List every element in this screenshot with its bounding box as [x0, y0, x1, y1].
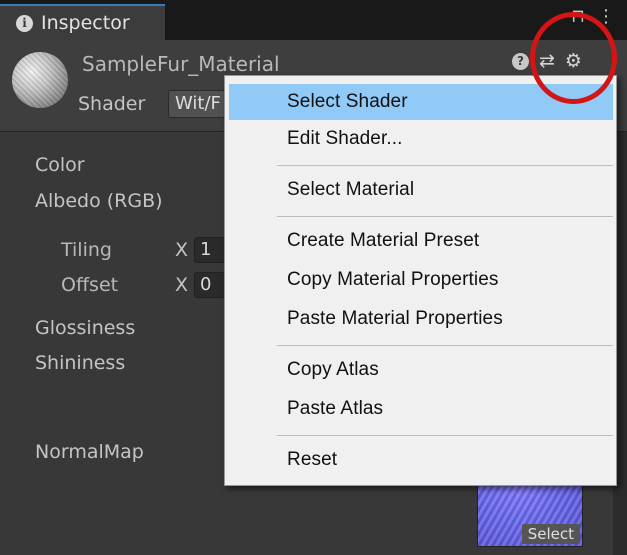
property-offset: Offset: [61, 274, 119, 296]
menu-separator: [277, 435, 613, 436]
menu-item-edit-shader[interactable]: Edit Shader...: [229, 122, 613, 156]
shader-label: Shader: [78, 93, 146, 115]
property-shininess: Shininess: [35, 352, 126, 374]
highlight-circle: [530, 12, 617, 104]
menu-item-reset[interactable]: Reset: [229, 443, 613, 477]
menu-item-copy-material-properties[interactable]: Copy Material Properties: [229, 263, 613, 297]
context-menu: Select Shader Edit Shader... Select Mate…: [224, 75, 617, 486]
menu-item-create-material-preset[interactable]: Create Material Preset: [229, 224, 613, 258]
property-normalmap: NormalMap: [35, 441, 144, 463]
property-color: Color: [35, 154, 85, 176]
menu-separator: [277, 216, 613, 217]
menu-separator: [277, 165, 613, 166]
menu-item-paste-material-properties[interactable]: Paste Material Properties: [229, 302, 613, 336]
tab-label: Inspector: [41, 12, 130, 34]
tiling-x-label: X: [175, 239, 189, 261]
property-albedo: Albedo (RGB): [35, 190, 163, 212]
menu-item-select-material[interactable]: Select Material: [229, 173, 613, 207]
tab-inspector[interactable]: i Inspector: [0, 4, 165, 40]
menu-separator: [277, 345, 613, 346]
info-icon: i: [16, 14, 33, 32]
menu-item-paste-atlas[interactable]: Paste Atlas: [229, 392, 613, 426]
material-name: SampleFur_Material: [82, 52, 280, 76]
tab-bar: i Inspector ⊓ ⋮: [0, 0, 627, 40]
property-tiling: Tiling: [61, 239, 112, 261]
property-glossiness: Glossiness: [35, 317, 136, 339]
normalmap-select-button[interactable]: Select: [521, 524, 580, 544]
help-icon[interactable]: ?: [512, 52, 529, 70]
offset-x-label: X: [175, 274, 189, 296]
material-preview-sphere: [12, 52, 68, 108]
menu-item-copy-atlas[interactable]: Copy Atlas: [229, 353, 613, 387]
